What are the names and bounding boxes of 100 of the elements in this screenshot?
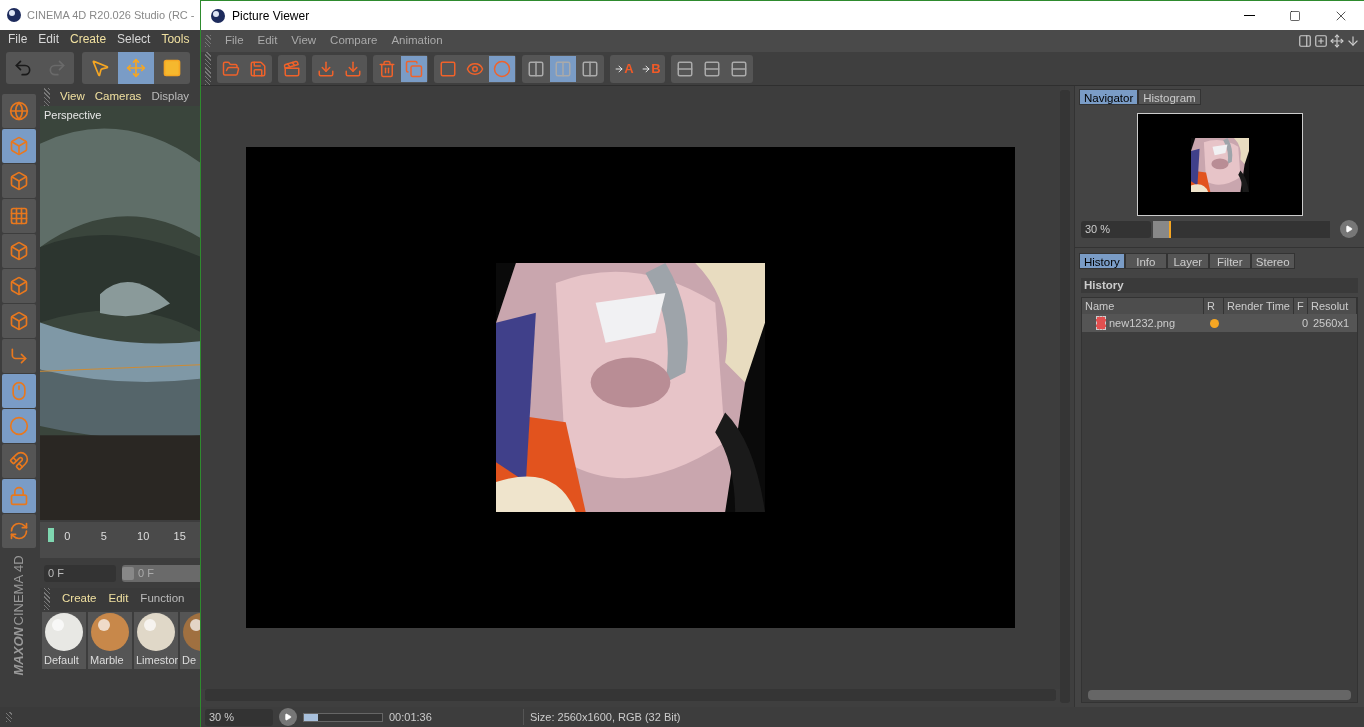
rows-icon [703, 59, 721, 78]
grip-handle[interactable] [205, 52, 211, 85]
menu-item[interactable]: File [225, 32, 244, 50]
menu-item[interactable]: Tools [161, 30, 190, 48]
mouse-icon [9, 381, 29, 401]
panel-tab[interactable]: Info [1124, 253, 1167, 269]
magnet-icon [9, 451, 29, 471]
menu-item[interactable]: Edit [38, 30, 60, 48]
viewport[interactable]: Perspective [40, 106, 200, 520]
cube-icon [9, 171, 29, 191]
history-row[interactable]: new1232.png 0 2560x1 [1082, 314, 1357, 332]
brand-name: MAXON [10, 627, 28, 676]
menu-item[interactable]: View [60, 88, 85, 106]
panel-tab[interactable]: Layer [1166, 253, 1209, 269]
cube-tool[interactable] [2, 234, 36, 268]
download-icon [344, 59, 362, 78]
grip-handle[interactable] [205, 35, 211, 47]
play-button[interactable] [279, 708, 297, 726]
image-file-icon [1096, 316, 1106, 330]
grip-handle[interactable] [6, 712, 12, 722]
ab-split-button[interactable] [550, 55, 576, 82]
menu-item[interactable]: View [291, 32, 317, 50]
arrow-icon [641, 63, 652, 74]
section-header: History [1081, 278, 1358, 293]
panel-tab[interactable]: Filter [1208, 253, 1251, 269]
menu-item[interactable]: Select [117, 30, 151, 48]
cube-tool[interactable] [2, 164, 36, 198]
horizontal-scrollbar[interactable] [1088, 690, 1351, 700]
grip-handle[interactable] [44, 588, 50, 610]
timeline[interactable]: 0 5 10 15 [40, 522, 200, 558]
material-swatch[interactable]: Limestor [134, 612, 178, 669]
window-title: Picture Viewer [232, 7, 310, 25]
table-cell-text: 0 [1300, 315, 1308, 331]
menu-item[interactable]: Display [151, 88, 190, 106]
trash-icon [378, 59, 396, 78]
menu-item[interactable]: Cameras [94, 88, 142, 106]
sphere-icon [90, 612, 130, 652]
snap-icon [9, 416, 29, 436]
menu-item[interactable]: Function [140, 590, 185, 608]
sphere-icon [44, 612, 84, 652]
navigator-preview[interactable] [1136, 113, 1303, 216]
table-cell-text: 2560x1 [1312, 315, 1351, 331]
undo-icon [13, 58, 33, 78]
menu-item[interactable]: Animation [391, 32, 443, 50]
cube-tool[interactable] [2, 304, 36, 338]
menu-item[interactable]: Edit [257, 32, 278, 50]
table-cell-text: new1232.png [1109, 315, 1176, 331]
move-icon[interactable] [1330, 34, 1344, 48]
copy-icon [405, 59, 423, 78]
material-name: De [182, 653, 197, 668]
clapper-icon [283, 59, 301, 78]
axis-tool[interactable] [2, 339, 36, 373]
panel-tab[interactable]: Navigator [1079, 89, 1139, 105]
square-icon [439, 59, 457, 78]
image-size: Size: 2560x1600, RGB (32 Bit) [523, 708, 681, 726]
menu-item[interactable]: File [8, 30, 28, 48]
panel-icon[interactable] [1298, 34, 1312, 48]
material-swatch[interactable]: Marble [88, 612, 132, 669]
globe-tool[interactable] [2, 94, 36, 128]
panel-tab[interactable]: History [1079, 253, 1125, 269]
logo-icon [6, 7, 22, 23]
layers-button[interactable] [401, 55, 427, 82]
grid-icon [9, 206, 29, 226]
maximize-icon [1289, 9, 1301, 22]
play-button[interactable] [1340, 220, 1358, 238]
render-time: 00:01:36 [389, 709, 433, 725]
material-swatch[interactable]: De [180, 612, 200, 669]
channels-button[interactable] [489, 55, 515, 82]
refresh-tool[interactable] [2, 514, 36, 548]
circle-icon [493, 59, 511, 78]
playhead-marker[interactable] [48, 528, 55, 542]
frame-field[interactable]: 0 F [44, 564, 116, 582]
add-panel-icon[interactable] [1314, 34, 1328, 48]
globe-icon [9, 101, 29, 121]
menu-item[interactable]: Create [62, 590, 97, 608]
zoom-field[interactable]: 30 % [205, 708, 273, 726]
material-name: Default [44, 653, 79, 668]
menu-item[interactable]: Compare [330, 32, 378, 50]
move-icon [126, 58, 146, 78]
menu-item[interactable]: Create [70, 30, 107, 48]
columns-icon [527, 59, 545, 78]
menu-item[interactable]: Edit [108, 590, 129, 608]
panel-tab[interactable]: Stereo [1250, 253, 1295, 269]
magnet-tool[interactable] [2, 444, 36, 478]
cube-icon [9, 276, 29, 296]
grip-handle[interactable] [44, 88, 50, 106]
cube-tool[interactable] [2, 269, 36, 303]
grid-tool[interactable] [2, 199, 36, 233]
zoom-slider[interactable] [1153, 220, 1330, 238]
axis-icon [9, 346, 29, 366]
zoom-field[interactable]: 30 % [1081, 220, 1151, 238]
play-icon [284, 713, 292, 721]
download-icon [317, 59, 335, 78]
cube-icon [9, 241, 29, 261]
arrow-icon[interactable] [1346, 34, 1360, 48]
panel-tab[interactable]: Histogram [1138, 89, 1201, 105]
material-swatch[interactable]: Default [42, 612, 86, 669]
folder-icon [222, 59, 240, 78]
slider-thumb[interactable] [122, 566, 134, 580]
lock-icon [9, 486, 29, 506]
